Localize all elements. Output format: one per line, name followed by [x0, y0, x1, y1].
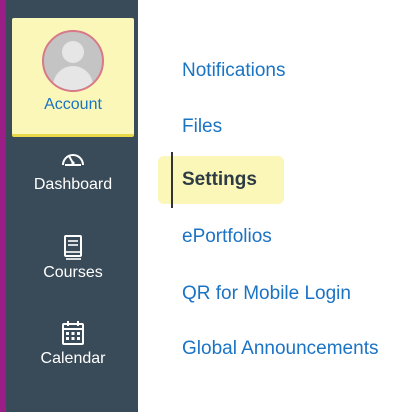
global-navigation: Account Dashboard Courses Calendar — [0, 0, 138, 412]
nav-item-courses[interactable]: Courses — [12, 234, 134, 282]
nav-item-label: Courses — [43, 264, 103, 281]
active-indicator-bar — [171, 152, 173, 208]
nav-item-account[interactable]: Account — [12, 18, 134, 137]
calendar-icon — [62, 321, 84, 345]
speedometer-icon — [62, 154, 84, 166]
nav-item-calendar[interactable]: Calendar — [12, 320, 134, 368]
menu-link-notifications[interactable]: Notifications — [182, 58, 286, 84]
menu-link-qr-mobile-login[interactable]: QR for Mobile Login — [182, 281, 351, 307]
book-icon — [64, 235, 82, 260]
avatar-head — [62, 41, 84, 63]
nav-accent-stripe — [0, 0, 6, 412]
menu-link-eportfolios[interactable]: ePortfolios — [182, 224, 272, 250]
avatar-body — [53, 66, 93, 90]
menu-link-files[interactable]: Files — [182, 114, 222, 140]
nav-item-label: Account — [44, 96, 102, 113]
menu-link-global-announcements[interactable]: Global Announcements — [182, 336, 382, 362]
nav-item-label: Dashboard — [33, 176, 113, 193]
canvas-page: Account Dashboard Courses Calendar Notif… — [0, 0, 394, 412]
menu-link-settings[interactable]: Settings — [182, 167, 257, 193]
avatar-icon — [42, 30, 104, 92]
nav-item-dashboard[interactable]: Dashboard — [12, 146, 134, 194]
nav-item-label: Calendar — [40, 350, 106, 367]
